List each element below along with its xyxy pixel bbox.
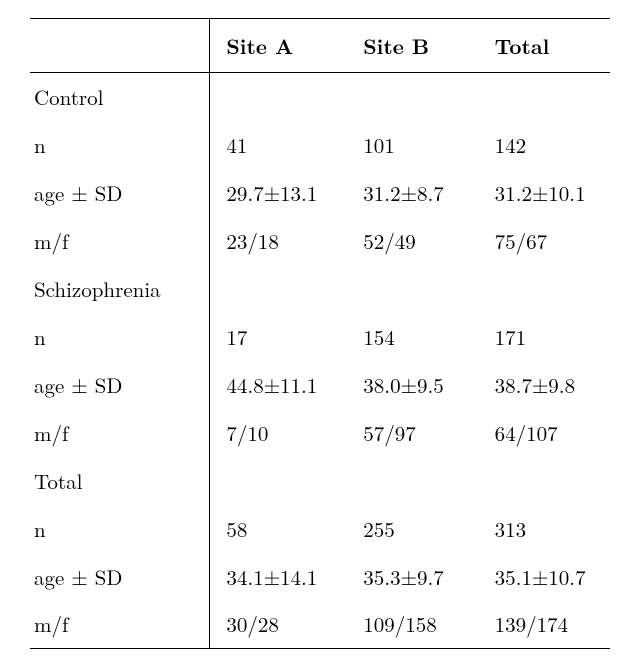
- cell-value: 44.8±11.1: [210, 361, 347, 409]
- row-label: age ± SD: [30, 169, 210, 217]
- cell-value: 31.2±10.1: [479, 169, 610, 217]
- row-label: m/f: [30, 601, 210, 649]
- cell-value: 64/107: [479, 409, 610, 457]
- table-row: Schizophrenia: [30, 265, 610, 313]
- cell-value: 34.1±14.1: [210, 553, 347, 601]
- cell-value: 109/158: [347, 601, 478, 649]
- header-total: Total: [479, 19, 610, 73]
- row-label: n: [30, 505, 210, 553]
- cell-value: 58: [210, 505, 347, 553]
- cell-value: 23/18: [210, 217, 347, 265]
- table-row: m/f 30/28 109/158 139/174: [30, 601, 610, 649]
- cell-value: 17: [210, 313, 347, 361]
- group-label-control: Control: [30, 73, 210, 121]
- header-site-b: Site B: [347, 19, 478, 73]
- cell-value: 255: [347, 505, 478, 553]
- table-row: Total: [30, 457, 610, 505]
- row-label: n: [30, 121, 210, 169]
- row-label: m/f: [30, 217, 210, 265]
- group-label-total: Total: [30, 457, 210, 505]
- header-site-a: Site A: [210, 19, 347, 73]
- cell-value: 29.7±13.1: [210, 169, 347, 217]
- row-label: m/f: [30, 409, 210, 457]
- cell-value: 30/28: [210, 601, 347, 649]
- table-row: m/f 23/18 52/49 75/67: [30, 217, 610, 265]
- cell-value: 38.0±9.5: [347, 361, 478, 409]
- cell-value: 171: [479, 313, 610, 361]
- table-row: age ± SD 29.7±13.1 31.2±8.7 31.2±10.1: [30, 169, 610, 217]
- group-label-schizophrenia: Schizophrenia: [30, 265, 210, 313]
- cell-value: 38.7±9.8: [479, 361, 610, 409]
- cell-value: 35.1±10.7: [479, 553, 610, 601]
- cell-value: 75/67: [479, 217, 610, 265]
- cell-value: 101: [347, 121, 478, 169]
- cell-value: 35.3±9.7: [347, 553, 478, 601]
- cell-value: 154: [347, 313, 478, 361]
- table-row: age ± SD 44.8±11.1 38.0±9.5 38.7±9.8: [30, 361, 610, 409]
- row-label: n: [30, 313, 210, 361]
- row-label: age ± SD: [30, 361, 210, 409]
- table-row: n 41 101 142: [30, 121, 610, 169]
- cell-value: 7/10: [210, 409, 347, 457]
- header-empty: [30, 19, 210, 73]
- table-row: n 17 154 171: [30, 313, 610, 361]
- demographics-table: Site A Site B Total Control n 41 101 142…: [30, 18, 610, 649]
- table-row: n 58 255 313: [30, 505, 610, 553]
- cell-value: 31.2±8.7: [347, 169, 478, 217]
- cell-value: 57/97: [347, 409, 478, 457]
- cell-value: 142: [479, 121, 610, 169]
- cell-value: 41: [210, 121, 347, 169]
- row-label: age ± SD: [30, 553, 210, 601]
- cell-value: 313: [479, 505, 610, 553]
- table-row: Control: [30, 73, 610, 121]
- cell-value: 139/174: [479, 601, 610, 649]
- table-header-row: Site A Site B Total: [30, 19, 610, 73]
- cell-value: 52/49: [347, 217, 478, 265]
- table-row: age ± SD 34.1±14.1 35.3±9.7 35.1±10.7: [30, 553, 610, 601]
- table-row: m/f 7/10 57/97 64/107: [30, 409, 610, 457]
